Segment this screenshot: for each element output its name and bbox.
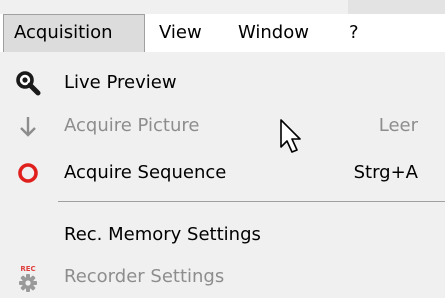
menu-item-shortcut: Strg+A [353, 162, 418, 183]
menu-item-acquire-sequence[interactable]: Acquire Sequence Strg+A [0, 154, 445, 192]
svg-text:REC: REC [20, 265, 35, 273]
menu-item-label: Rec. Memory Settings [64, 224, 261, 245]
menu-window[interactable]: Window [238, 14, 309, 52]
acquisition-dropdown-menu: Live Preview Acquire Picture Leer Acquir… [0, 52, 445, 298]
menu-item-label: Acquire Picture [64, 115, 200, 136]
menu-item-recorder-settings[interactable]: REC Recorder Settings [0, 258, 445, 296]
menu-view[interactable]: View [159, 14, 202, 52]
mouse-cursor-icon [279, 118, 305, 156]
rec-gear-icon: REC [14, 263, 42, 292]
menu-acquisition[interactable]: Acquisition [3, 14, 145, 52]
magnifier-icon [14, 69, 42, 97]
menu-item-live-preview[interactable]: Live Preview [0, 64, 445, 102]
menu-item-acquire-picture[interactable]: Acquire Picture Leer [0, 107, 445, 145]
window-corner-area [348, 0, 445, 14]
menu-bar: Acquisition View Window ? [0, 14, 445, 52]
arrow-down-icon [14, 112, 42, 140]
menu-separator [58, 201, 445, 202]
menu-item-shortcut: Leer [378, 115, 418, 136]
menu-item-rec-memory-settings[interactable]: Rec. Memory Settings [0, 216, 445, 254]
menu-item-label: Recorder Settings [64, 266, 225, 287]
menu-item-label: Live Preview [64, 72, 177, 93]
menu-item-label: Acquire Sequence [64, 162, 227, 183]
red-circle-icon [14, 159, 42, 187]
menu-help[interactable]: ? [349, 14, 359, 52]
